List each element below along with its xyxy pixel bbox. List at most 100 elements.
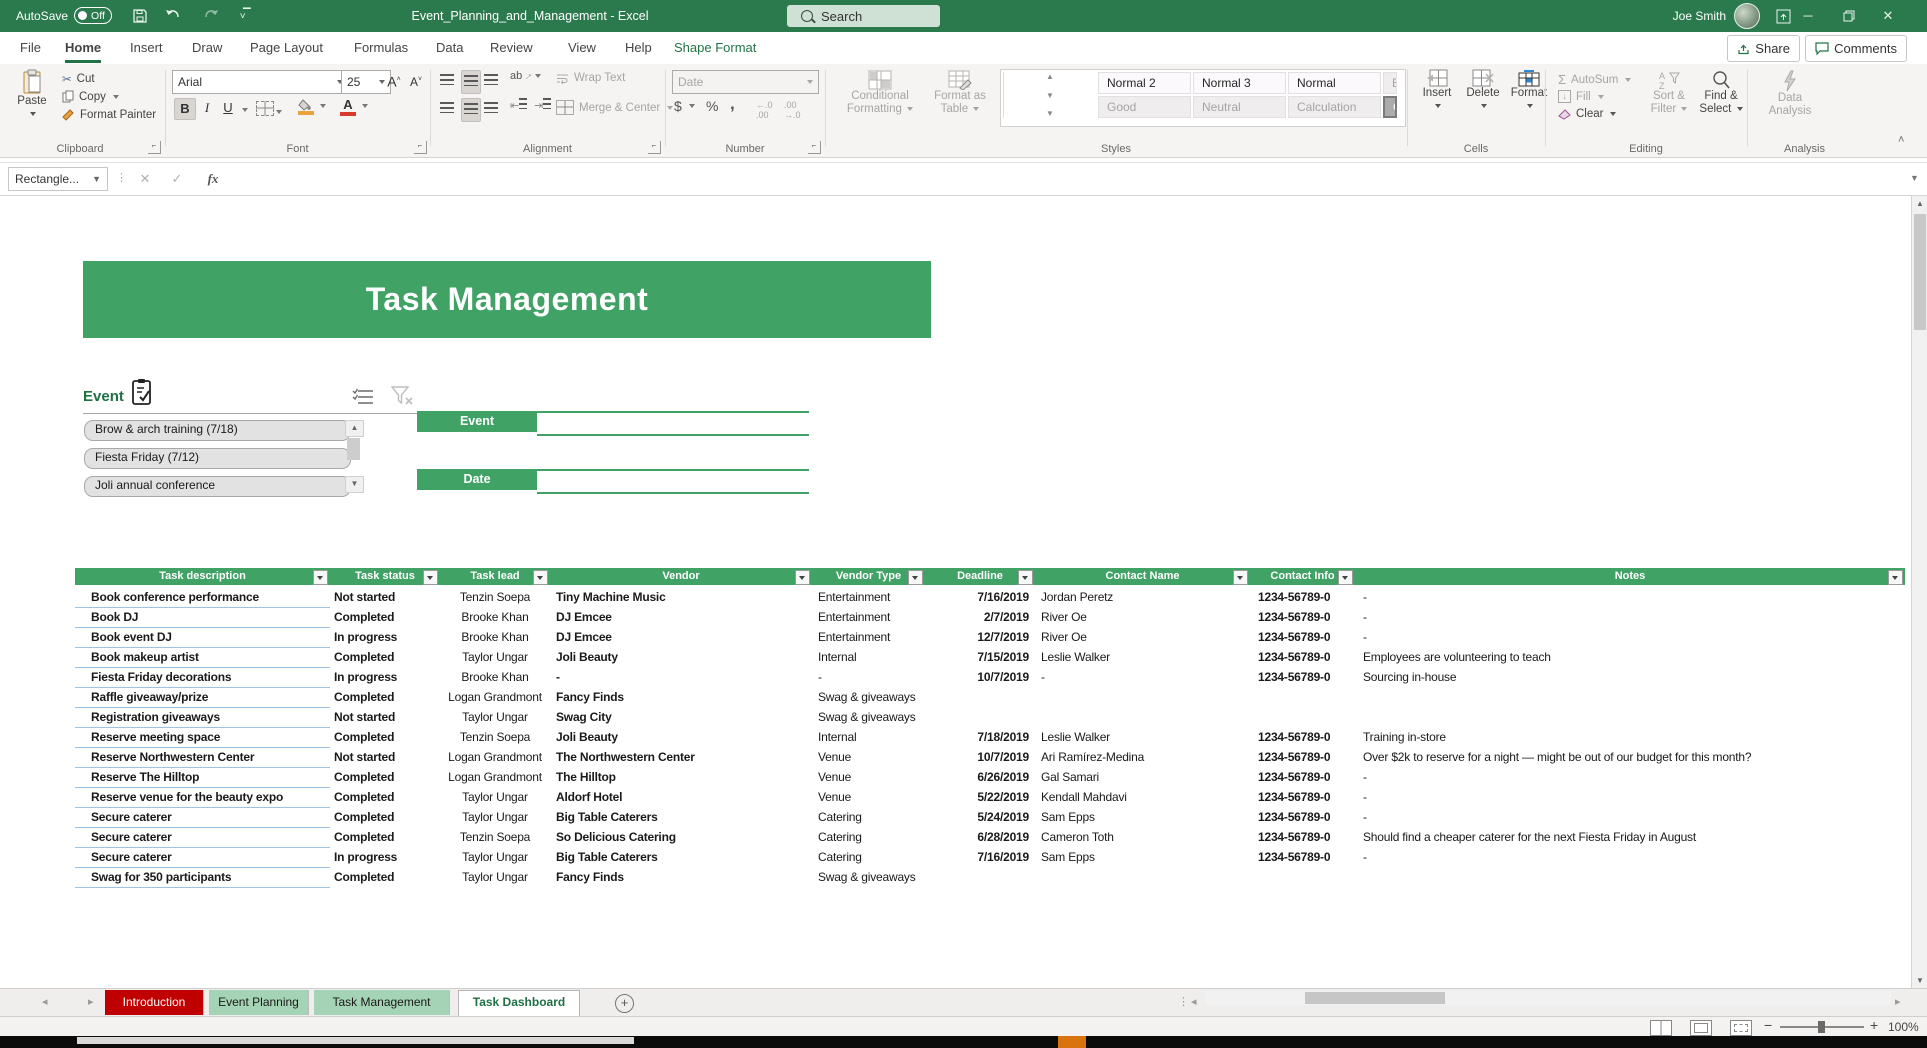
close-button[interactable]: ✕ <box>1871 0 1905 32</box>
cell[interactable]: Swag & giveaways <box>812 688 925 708</box>
cell[interactable] <box>1035 708 1250 728</box>
slicer-item[interactable]: Fiesta Friday (7/12) <box>84 448 351 469</box>
ribbon-tab-view[interactable]: View <box>566 32 598 64</box>
cell[interactable] <box>1250 688 1355 708</box>
zoom-level[interactable]: 100% <box>1888 1020 1919 1034</box>
cell[interactable]: 7/15/2019 <box>925 648 1035 668</box>
cell[interactable]: 1234-56789-0 <box>1250 628 1355 648</box>
cell[interactable]: Taylor Ungar <box>440 848 550 868</box>
cell[interactable]: Joli Beauty <box>550 728 812 748</box>
cell[interactable]: - <box>1355 788 1905 808</box>
ribbon-display-options-icon[interactable] <box>1776 9 1791 24</box>
save-icon[interactable] <box>132 8 148 24</box>
paste-button[interactable]: Paste <box>6 69 58 120</box>
cell[interactable]: Logan Grandmont <box>440 688 550 708</box>
cell[interactable] <box>1250 708 1355 728</box>
cell[interactable]: Logan Grandmont <box>440 768 550 788</box>
cell[interactable]: Reserve The Hilltop <box>75 768 330 788</box>
cell[interactable]: - <box>1355 848 1905 868</box>
ribbon-tab-formulas[interactable]: Formulas <box>352 32 410 64</box>
comma-format-icon[interactable]: , <box>730 94 735 114</box>
cell[interactable]: Brooke Khan <box>440 628 550 648</box>
cell[interactable]: 7/16/2019 <box>925 848 1035 868</box>
cell[interactable]: Taylor Ungar <box>440 708 550 728</box>
cell[interactable]: - <box>1355 588 1905 608</box>
cell[interactable]: Completed <box>330 808 440 828</box>
enter-icon[interactable]: ✓ <box>164 167 190 191</box>
cell[interactable]: Completed <box>330 868 440 888</box>
column-header-task-description[interactable]: Task description <box>75 568 330 585</box>
orientation-icon[interactable]: ab→ <box>510 70 541 82</box>
cell[interactable]: Tenzin Soepa <box>440 588 550 608</box>
cell[interactable]: Cameron Toth <box>1035 828 1250 848</box>
autosave-toggle[interactable]: AutoSave Off <box>16 7 112 24</box>
cell[interactable]: Entertainment <box>812 608 925 628</box>
expand-formula-bar-icon[interactable]: ▼ <box>1910 173 1919 183</box>
minimize-button[interactable]: ─ <box>1791 0 1825 32</box>
zoom-slider-thumb[interactable] <box>1818 1021 1825 1033</box>
cell[interactable]: 10/7/2019 <box>925 748 1035 768</box>
cell[interactable]: Venue <box>812 748 925 768</box>
scroll-up-icon[interactable]: ▲ <box>345 420 364 437</box>
cell[interactable]: Fancy Finds <box>550 868 812 888</box>
cell[interactable]: Reserve meeting space <box>75 728 330 748</box>
ribbon-tab-file[interactable]: File <box>18 32 43 64</box>
borders-icon[interactable] <box>256 101 282 121</box>
cell[interactable]: The Hilltop <box>550 768 812 788</box>
cell[interactable]: 1234-56789-0 <box>1250 788 1355 808</box>
cell[interactable]: Brooke Khan <box>440 668 550 688</box>
cell[interactable]: Secure caterer <box>75 808 330 828</box>
format-cells-button[interactable]: Format <box>1508 69 1550 112</box>
cut-button[interactable]: ✂Cut <box>62 72 95 86</box>
underline-dropdown-icon[interactable] <box>242 108 248 112</box>
undo-icon[interactable] <box>164 8 182 24</box>
hscroll-left-icon[interactable]: ◂ <box>1191 989 1197 1016</box>
cell[interactable]: Book DJ <box>75 608 330 628</box>
fill-button[interactable]: ↓Fill <box>1558 90 1604 103</box>
search-box[interactable]: Search <box>787 5 940 27</box>
name-box-dropdown-icon[interactable]: ▼ <box>92 174 101 184</box>
style-calculation[interactable]: Calculation <box>1288 96 1381 118</box>
slicer-scrollbar[interactable]: ▲ ▼ <box>345 420 362 493</box>
font-dialog-launcher[interactable]: ⌐ <box>414 141 427 154</box>
cell[interactable] <box>925 708 1035 728</box>
cell[interactable]: 10/7/2019 <box>925 668 1035 688</box>
style-normal[interactable]: Normal <box>1288 72 1381 94</box>
cell[interactable]: Logan Grandmont <box>440 748 550 768</box>
column-header-vendor[interactable]: Vendor <box>550 568 812 585</box>
wrap-text-button[interactable]: Wrap Text <box>556 72 625 84</box>
delete-cells-button[interactable]: Delete <box>1462 69 1504 112</box>
cell[interactable]: Reserve venue for the beauty expo <box>75 788 330 808</box>
filter-dropdown-icon[interactable] <box>423 570 438 585</box>
cell[interactable]: 1234-56789-0 <box>1250 648 1355 668</box>
ribbon-tab-help[interactable]: Help <box>623 32 654 64</box>
number-format-select[interactable]: Date <box>672 70 819 94</box>
filter-dropdown-icon[interactable] <box>533 570 548 585</box>
scroll-thumb[interactable] <box>1305 992 1445 1004</box>
cell[interactable]: Completed <box>330 688 440 708</box>
cell[interactable]: Secure caterer <box>75 828 330 848</box>
cell[interactable]: In progress <box>330 628 440 648</box>
cell[interactable]: Big Table Caterers <box>550 808 812 828</box>
clear-button[interactable]: Clear <box>1558 108 1616 120</box>
slicer-clear-filter-icon[interactable] <box>391 386 413 406</box>
cell[interactable]: - <box>550 668 812 688</box>
cell[interactable]: 2/7/2019 <box>925 608 1035 628</box>
cell[interactable]: Reserve Northwestern Center <box>75 748 330 768</box>
date-field-value[interactable] <box>537 469 809 494</box>
filter-dropdown-icon[interactable] <box>795 570 810 585</box>
italic-button[interactable]: I <box>197 98 217 118</box>
cell[interactable]: Not started <box>330 588 440 608</box>
cell[interactable]: Swag & giveaways <box>812 708 925 728</box>
column-header-contact-name[interactable]: Contact Name <box>1035 568 1250 585</box>
cell[interactable]: Not started <box>330 708 440 728</box>
cell[interactable]: Catering <box>812 848 925 868</box>
merge-center-button[interactable]: Merge & Center <box>556 100 673 115</box>
cell[interactable]: Tenzin Soepa <box>440 728 550 748</box>
ribbon-tab-shape-format[interactable]: Shape Format <box>672 32 758 64</box>
increase-decimal-icon[interactable]: ←.0.00 <box>756 100 773 120</box>
sort-filter-button[interactable]: AZ Sort &Filter <box>1645 70 1693 116</box>
cell[interactable]: In progress <box>330 668 440 688</box>
cell[interactable]: Big Table Caterers <box>550 848 812 868</box>
sheet-title-banner[interactable]: Task Management <box>83 261 931 338</box>
